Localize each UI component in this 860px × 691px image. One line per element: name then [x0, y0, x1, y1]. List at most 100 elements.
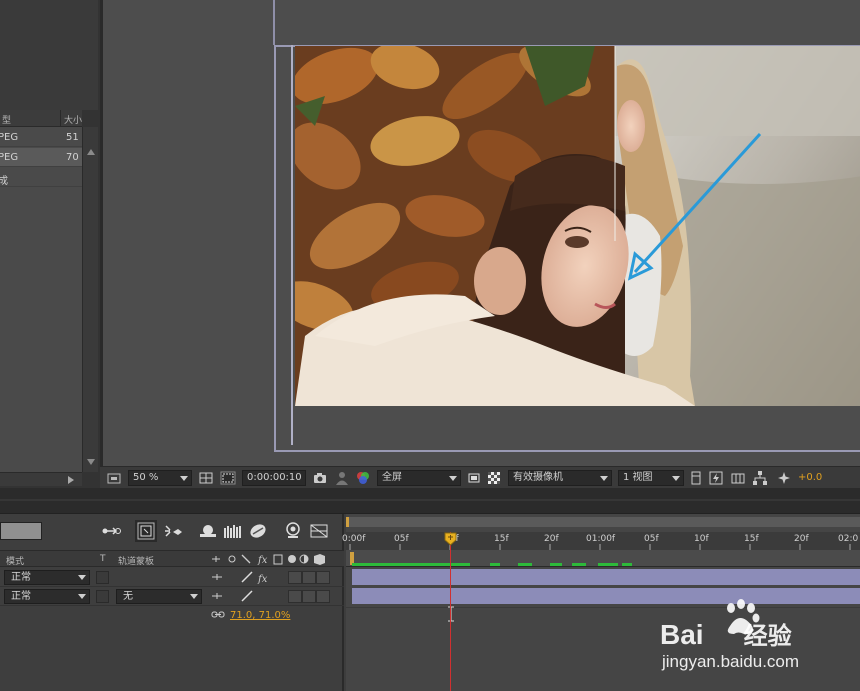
column-t[interactable]: T [100, 554, 106, 564]
chevron-down-icon [672, 476, 680, 481]
safe-margins-icon[interactable] [198, 470, 214, 486]
ruler-label: 05f [394, 534, 409, 544]
scroll-down-icon[interactable] [87, 459, 95, 465]
column-trackmat[interactable]: 轨道蒙板 [118, 554, 154, 567]
timeline-search-input[interactable] [0, 522, 42, 540]
timeline-icon[interactable] [730, 470, 746, 486]
item-type: 成 [0, 176, 8, 187]
project-panel: 型 大小 PEG 51 PEG 70 成 [0, 0, 100, 488]
view-layout-dropdown[interactable]: 1 视图 [618, 470, 684, 486]
current-time-indicator-head[interactable] [444, 532, 457, 546]
list-item[interactable]: 成 [0, 168, 82, 187]
ruler-label: 15f [744, 534, 759, 544]
project-item-list: 型 大小 PEG 51 PEG 70 成 [0, 110, 82, 472]
time-ruler[interactable]: 0:00f 05f 10f 15f 20f 01:00f 05f 10f 15f… [342, 532, 860, 550]
list-item[interactable]: PEG 70 [0, 148, 82, 167]
render-cache-bar [346, 550, 860, 567]
project-preview-area [0, 0, 98, 110]
zoom-dropdown[interactable]: 50 % [128, 470, 192, 486]
project-column-header: 型 大小 [0, 110, 82, 127]
motion-blur-icon[interactable] [222, 520, 244, 542]
graph-editor-icon[interactable] [247, 520, 269, 542]
item-type: PEG [0, 132, 19, 143]
resolution-dropdown[interactable]: 全屏 [377, 470, 461, 486]
ruler-label: 02:0 [838, 534, 859, 544]
show-snapshot-icon[interactable] [334, 470, 350, 486]
layer-column-header: 模式 T 轨道蒙板 fx [0, 550, 344, 567]
ruler-label: 10f [694, 534, 709, 544]
svg-text:fx: fx [257, 574, 268, 584]
constrain-proportions-icon[interactable] [211, 609, 225, 621]
project-horizontal-scrollbar[interactable] [0, 472, 82, 486]
blend-mode-dropdown[interactable]: 正常 [4, 589, 90, 604]
chevron-down-icon [449, 476, 457, 481]
watermark-url: jingyan.baidu.com [662, 652, 800, 671]
chevron-down-icon [78, 575, 86, 580]
project-vertical-scrollbar[interactable] [82, 127, 98, 472]
scroll-right-icon[interactable] [68, 476, 74, 484]
watermark-brand-cn: 经验 [743, 623, 792, 650]
exposure-reset-icon[interactable] [776, 470, 792, 486]
camera-dropdown[interactable]: 有效摄像机 [508, 470, 612, 486]
draft-3d-icon[interactable] [135, 520, 157, 542]
always-preview-icon[interactable] [106, 470, 122, 486]
ruler-label: 01:00f [586, 534, 616, 544]
layer-row[interactable]: 正常 fx [0, 568, 344, 587]
chevron-down-icon [190, 594, 198, 599]
layer-row[interactable]: 正常 无 [0, 587, 344, 606]
composition-viewer[interactable] [100, 0, 860, 488]
baidu-watermark: Bai 经验 jingyan.baidu.com [660, 598, 860, 678]
composition-image[interactable] [295, 46, 860, 406]
column-size[interactable]: 大小 [64, 113, 82, 126]
blend-mode-dropdown[interactable]: 正常 [4, 570, 90, 585]
camera-snapshot-icon[interactable] [312, 470, 328, 486]
exposure-value[interactable]: +0.0 [798, 472, 822, 483]
timeline-layer-outline: 模式 T 轨道蒙板 fx 正常 fx 正常 无 71.0, 71.0% [0, 514, 344, 691]
preserve-transparency-checkbox[interactable] [96, 571, 109, 584]
frame-blending-icon[interactable] [197, 520, 219, 542]
switches-header-icons: fx [212, 554, 325, 566]
current-time-display[interactable]: 0:00:00:10 [242, 470, 306, 486]
photo-composite [295, 46, 860, 406]
chevron-down-icon [180, 476, 188, 481]
flowchart-icon[interactable] [752, 470, 768, 486]
scale-value[interactable]: 71.0, 71.0% [230, 610, 290, 621]
item-size: 51 [66, 132, 79, 143]
hide-shy-layers-icon[interactable] [162, 520, 184, 542]
work-area-bar[interactable] [346, 517, 860, 527]
mask-visibility-icon[interactable] [220, 470, 236, 486]
watermark-brand: Bai [660, 619, 704, 650]
layer-duration-bar[interactable] [352, 569, 860, 585]
column-mode[interactable]: 模式 [6, 554, 24, 567]
ruler-label: 15f [494, 534, 509, 544]
property-row: 71.0, 71.0% [0, 606, 344, 625]
ruler-label: 20f [544, 534, 559, 544]
scroll-up-icon[interactable] [87, 149, 95, 155]
preserve-transparency-checkbox[interactable] [96, 590, 109, 603]
column-type[interactable]: 型 [2, 113, 11, 126]
ruler-label: 20f [794, 534, 809, 544]
item-type: PEG [0, 152, 19, 163]
layer-switches[interactable] [210, 590, 260, 603]
text-cursor-icon [448, 606, 454, 622]
item-size: 70 [66, 152, 79, 163]
brainstorm-icon[interactable] [282, 520, 304, 542]
color-channels-icon[interactable] [355, 470, 371, 486]
svg-text:fx: fx [257, 555, 268, 566]
chevron-down-icon [78, 594, 86, 599]
chevron-down-icon [600, 476, 608, 481]
viewer-toolbar: 50 % 0:00:00:10 全屏 有效摄像机 1 视图 +0.0 [100, 466, 860, 488]
graph-toggle-icon[interactable] [308, 520, 330, 542]
panel-divider[interactable] [0, 488, 860, 514]
current-time-indicator[interactable] [450, 532, 451, 691]
toggle-pixel-aspect-icon[interactable] [688, 470, 704, 486]
layer-switches[interactable]: fx [210, 571, 280, 584]
transparency-grid-icon[interactable] [486, 470, 502, 486]
ruler-label: 0:00f [342, 534, 366, 544]
list-item[interactable]: PEG 51 [0, 128, 82, 147]
region-of-interest-icon[interactable] [466, 470, 482, 486]
fast-previews-icon[interactable] [708, 470, 724, 486]
cached-frames-indicator [352, 563, 632, 566]
composition-mini-flowchart-icon[interactable] [100, 520, 122, 542]
trackmat-dropdown[interactable]: 无 [116, 589, 202, 604]
